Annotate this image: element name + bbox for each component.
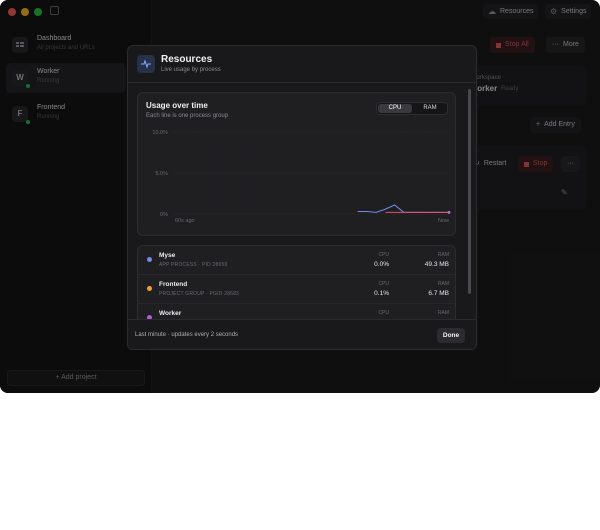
process-meta: APP PROCESS · PID 28650 xyxy=(159,262,228,268)
modal-footer: Last minute · updates every 2 seconds Do… xyxy=(128,319,476,349)
ram-value: 6.7 MB xyxy=(428,290,449,297)
series-color-dot xyxy=(147,286,152,291)
modal-scroll-area[interactable]: Usage over time Each line is one process… xyxy=(128,83,476,319)
done-button[interactable]: Done xyxy=(437,328,465,343)
usage-chart-card: Usage over time Each line is one process… xyxy=(137,92,456,236)
chart-subtitle: Each line is one process group xyxy=(146,113,229,119)
ram-label: RAM xyxy=(437,252,449,258)
x-tick-label: Now xyxy=(438,218,449,224)
activity-icon xyxy=(137,55,155,73)
ram-value: 49.3 MB xyxy=(424,261,449,268)
x-tick-label: 60s ago xyxy=(175,218,195,224)
series-end-point xyxy=(447,210,451,214)
process-row[interactable]: Worker CPU RAM xyxy=(138,304,455,319)
process-name: Frontend xyxy=(159,281,188,288)
ram-label: RAM xyxy=(437,310,449,316)
cpu-value: 0.0% xyxy=(374,261,389,268)
cpu-label: CPU xyxy=(378,281,389,287)
process-name: Worker xyxy=(159,310,182,317)
cpu-toggle-button[interactable]: CPU xyxy=(378,104,412,113)
process-list: Myse APP PROCESS · PID 28650 CPU 0.0% RA… xyxy=(137,245,456,319)
cpu-label: CPU xyxy=(378,252,389,258)
update-interval-text: Last minute · updates every 2 seconds xyxy=(135,332,239,338)
process-meta: PROJECT GROUP · PGID 28683 xyxy=(159,291,240,297)
modal-title: Resources xyxy=(161,54,213,65)
ram-toggle-button[interactable]: RAM xyxy=(413,104,447,113)
modal-scrollbar[interactable] xyxy=(468,89,471,294)
app-window: Dashboard All projects and URLs W Worker… xyxy=(0,0,600,393)
process-row[interactable]: Myse APP PROCESS · PID 28650 CPU 0.0% RA… xyxy=(138,246,455,275)
chart-title: Usage over time xyxy=(146,101,208,110)
ram-label: RAM xyxy=(437,281,449,287)
y-tick-label: 5.0% xyxy=(155,171,168,177)
resources-modal: Resources Live usage by process Usage ov… xyxy=(127,45,477,350)
cpu-label: CPU xyxy=(378,310,389,316)
modal-header: Resources Live usage by process xyxy=(128,46,476,83)
y-tick-label: 10.0% xyxy=(152,130,168,136)
cpu-value: 0.1% xyxy=(374,290,389,297)
series-color-dot xyxy=(147,257,152,262)
metric-toggle: CPU RAM xyxy=(376,102,448,115)
process-row[interactable]: Frontend PROJECT GROUP · PGID 28683 CPU … xyxy=(138,275,455,304)
y-tick-label: 0% xyxy=(160,212,168,218)
process-name: Myse xyxy=(159,252,176,259)
usage-line-chart: 10.0% 5.0% 0% 60s ago Now xyxy=(152,130,451,224)
modal-subtitle: Live usage by process xyxy=(161,67,221,73)
